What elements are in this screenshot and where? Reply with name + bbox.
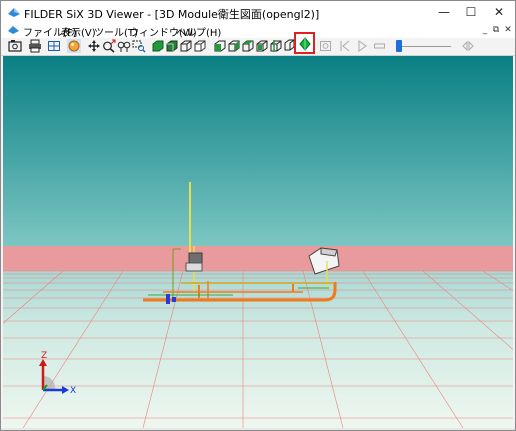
3d-scene: Z X (3, 56, 513, 428)
3d-viewport[interactable]: Z X (3, 56, 513, 428)
green-diamond-icon[interactable] (298, 37, 312, 51)
wire-view-icon[interactable] (179, 39, 193, 53)
solid-view-icon[interactable] (151, 39, 165, 53)
document-icon (8, 26, 19, 34)
zoom-out-icon[interactable] (117, 39, 131, 53)
print-icon[interactable] (28, 39, 42, 53)
x-axis-label: X (70, 386, 76, 396)
window-title: FILDER SiX 3D Viewer - [3D Module衛生図面(op… (24, 8, 320, 21)
play-icon[interactable] (355, 39, 369, 53)
app-window: FILDER SiX 3D Viewer - [3D Module衛生図面(op… (0, 0, 516, 431)
mdi-restore-button[interactable]: ⧉ (490, 24, 502, 36)
zoom-window-icon[interactable] (132, 39, 146, 53)
back-wall (3, 246, 513, 271)
close-button[interactable]: ✕ (482, 1, 515, 23)
hidden-view-icon[interactable] (193, 39, 207, 53)
iso-view-icon[interactable] (255, 39, 269, 53)
sphere-icon[interactable] (67, 39, 81, 53)
menu-view[interactable]: 表示(V) (61, 24, 96, 39)
frame-slider-thumb[interactable] (396, 40, 402, 52)
sky-background (3, 56, 513, 246)
app-logo-icon (8, 8, 20, 17)
end-frame-icon[interactable] (461, 39, 475, 53)
menu-help[interactable]: ヘルプ(H) (176, 24, 221, 39)
shaded-view-icon[interactable] (165, 39, 179, 53)
grid-icon[interactable] (47, 39, 61, 53)
toolbar (1, 32, 515, 56)
first-frame-icon[interactable] (338, 39, 352, 53)
clip-view-icon[interactable] (269, 39, 283, 53)
camera-icon[interactable] (8, 39, 22, 53)
front-view-icon[interactable] (213, 39, 227, 53)
pan-icon[interactable] (87, 39, 101, 53)
frame-slider-track[interactable] (401, 46, 451, 47)
record-icon[interactable] (319, 39, 333, 53)
side-view-icon[interactable] (227, 39, 241, 53)
menu-bar: ファイル(F) 表示(V) ツール(T) ウィンドウ(W) ヘルプ(H) _ ⧉… (1, 23, 515, 39)
zoom-in-icon[interactable] (102, 39, 116, 53)
floor-plane (3, 271, 513, 428)
z-axis-label: Z (41, 351, 47, 361)
stop-icon[interactable] (373, 39, 387, 53)
top-view-icon[interactable] (241, 39, 255, 53)
highlighted-tool-frame (294, 32, 315, 54)
mdi-close-button[interactable]: ✕ (502, 24, 514, 36)
status-bar (1, 428, 515, 430)
title-bar: FILDER SiX 3D Viewer - [3D Module衛生図面(op… (1, 1, 515, 23)
